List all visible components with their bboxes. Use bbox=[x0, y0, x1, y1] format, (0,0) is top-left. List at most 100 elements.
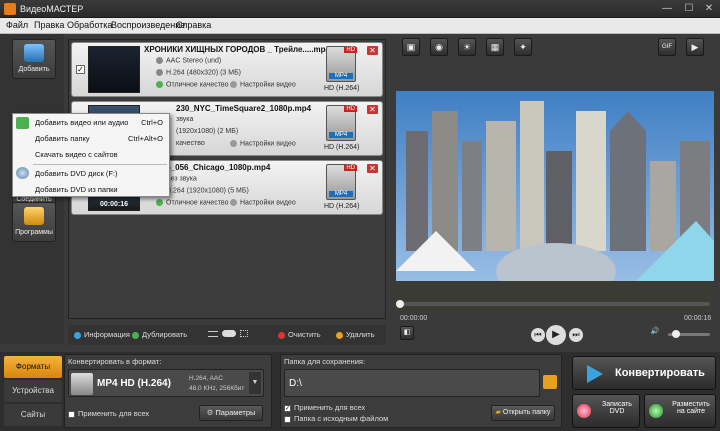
menu-file[interactable]: Файл bbox=[6, 20, 28, 30]
seek-bar[interactable] bbox=[396, 300, 710, 308]
main-area: Добавить Соединить Программы ✓ ХРОНИКИ Х… bbox=[0, 34, 720, 431]
format-badge[interactable]: HD MP4 bbox=[326, 105, 357, 141]
menu-playback[interactable]: Воспроизведение bbox=[111, 20, 185, 30]
prev-icon[interactable]: ⏮ bbox=[531, 328, 545, 342]
seek-handle[interactable] bbox=[396, 300, 404, 308]
save-apply-all-checkbox[interactable]: ✓ bbox=[284, 404, 291, 412]
video-settings-link[interactable]: Настройки видео bbox=[230, 140, 296, 147]
file-thumbnail bbox=[88, 46, 140, 93]
remove-file-icon[interactable]: ✕ bbox=[367, 164, 378, 173]
menu-add-dvd-disc[interactable]: Добавить DVD диск (F:) bbox=[35, 169, 118, 178]
info-button[interactable]: Информация bbox=[74, 330, 130, 339]
tab-sites[interactable]: Сайты bbox=[4, 404, 62, 426]
maximize-button[interactable]: ☐ bbox=[682, 2, 696, 15]
speed-icon[interactable]: ✦ bbox=[514, 38, 532, 56]
source-folder-checkbox[interactable] bbox=[284, 415, 291, 423]
menu-add-dvd-folder[interactable]: Добавить DVD из папки bbox=[35, 185, 118, 194]
clear-icon bbox=[278, 331, 285, 339]
gear-icon bbox=[230, 81, 237, 88]
format-panel-label: Конвертировать в формат: bbox=[68, 357, 162, 366]
delete-icon bbox=[336, 331, 343, 339]
duplicate-button[interactable]: Дублировать bbox=[132, 330, 187, 339]
menu-help[interactable]: Справка bbox=[176, 20, 211, 30]
close-window-button[interactable]: ✕ bbox=[702, 2, 716, 15]
format-badge[interactable]: HD MP4 bbox=[326, 164, 357, 200]
dvd-burn-icon bbox=[577, 404, 591, 418]
add-button[interactable]: Добавить bbox=[12, 39, 56, 79]
clear-button[interactable]: Очистить bbox=[278, 330, 321, 339]
tab-devices[interactable]: Устройства bbox=[4, 380, 62, 402]
menu-process[interactable]: Обработка bbox=[67, 20, 112, 30]
format-apply-all[interactable]: Применить для всех bbox=[68, 409, 149, 418]
volume-handle[interactable] bbox=[672, 330, 680, 338]
gif-button[interactable]: GIF bbox=[658, 38, 676, 56]
menu-download-video[interactable]: Скачать видео с сайтов bbox=[35, 150, 118, 159]
burn-dvd-button[interactable]: Записать DVD bbox=[572, 394, 640, 428]
format-selector[interactable]: MP4 HD (H.264) H.264, AAC 48,0 KHz, 256К… bbox=[68, 369, 264, 397]
snapshot-icon[interactable]: ◧ bbox=[400, 326, 414, 340]
app-title: ВидеоМАСТЕР bbox=[20, 4, 84, 14]
format-apply-all-checkbox[interactable] bbox=[68, 410, 75, 418]
menu-edit[interactable]: Правка bbox=[34, 20, 64, 30]
player-toolbar: ▣ ◉ ☀ ▦ ✦ GIF ▶ bbox=[396, 38, 716, 60]
view-toggle[interactable] bbox=[208, 330, 249, 339]
list-view-icon bbox=[208, 331, 218, 337]
delete-button[interactable]: Удалить bbox=[336, 330, 375, 339]
video-settings-link[interactable]: Настройки видео bbox=[230, 199, 296, 206]
menu-separator bbox=[33, 164, 167, 165]
video-info: H.264 (480x320) (3 МБ) bbox=[156, 69, 241, 76]
play-icon[interactable]: ▶ bbox=[546, 325, 566, 345]
dvd-icon bbox=[16, 167, 29, 179]
current-time: 00:00:00 bbox=[400, 315, 428, 322]
quality-info[interactable]: Отличное качество bbox=[156, 199, 228, 206]
folder-icon[interactable] bbox=[543, 375, 557, 389]
film-icon bbox=[156, 69, 163, 76]
programs-button[interactable]: Программы bbox=[12, 202, 56, 242]
source-folder-option[interactable]: Папка с исходным файлом bbox=[284, 414, 388, 423]
brightness-icon[interactable]: ☀ bbox=[458, 38, 476, 56]
hd-badge: HD bbox=[344, 106, 357, 112]
effects-icon[interactable]: ◉ bbox=[430, 38, 448, 56]
quality-info[interactable]: качество bbox=[176, 140, 205, 147]
format-badge[interactable]: HD MP4 bbox=[326, 46, 357, 82]
programs-button-label: Программы bbox=[15, 229, 53, 236]
quality-icon bbox=[156, 81, 163, 88]
next-icon[interactable]: ⏭ bbox=[569, 328, 583, 342]
format-label: HD (H.264) bbox=[324, 203, 360, 210]
video-settings-link[interactable]: Настройки видео bbox=[230, 81, 296, 88]
mp4-format-icon bbox=[71, 373, 93, 395]
file-item[interactable]: ✓ ХРОНИКИ ХИЩНЫХ ГОРОДОВ _ Трейле.....mp… bbox=[71, 42, 383, 97]
volume-slider[interactable] bbox=[668, 330, 710, 338]
add-file-icon bbox=[24, 44, 44, 62]
format-panel: Конвертировать в формат: MP4 HD (H.264) … bbox=[64, 354, 272, 428]
volume-icon[interactable]: 🔊 bbox=[648, 326, 662, 340]
params-button[interactable]: ⚙ Параметры bbox=[199, 405, 263, 421]
info-icon bbox=[74, 331, 81, 339]
file-duration: 00:00:16 bbox=[99, 201, 129, 208]
app-icon bbox=[4, 3, 16, 15]
crop-icon[interactable]: ▣ bbox=[402, 38, 420, 56]
filmstrip-icon[interactable]: ▦ bbox=[486, 38, 504, 56]
open-folder-button[interactable]: ▰ Открыть папку bbox=[491, 405, 555, 421]
quality-info[interactable]: Отличное качество bbox=[156, 81, 228, 88]
chevron-down-icon[interactable]: ▼ bbox=[249, 372, 261, 394]
minimize-button[interactable]: — bbox=[660, 2, 674, 15]
speaker-icon bbox=[156, 57, 163, 64]
video-preview[interactable] bbox=[396, 91, 714, 313]
save-apply-all[interactable]: ✓ Применить для всех bbox=[284, 403, 365, 412]
remove-file-icon[interactable]: ✕ bbox=[367, 105, 378, 114]
gear-icon bbox=[230, 140, 237, 147]
menu-bar: Файл Правка Обработка Воспроизведение Сп… bbox=[0, 18, 720, 34]
publish-button[interactable]: Разместить на сайте bbox=[644, 394, 716, 428]
save-path-field[interactable]: D:\ bbox=[284, 369, 540, 397]
add-button-label: Добавить bbox=[18, 66, 50, 73]
tab-formats[interactable]: Форматы bbox=[4, 356, 62, 378]
add-video-icon bbox=[16, 117, 29, 129]
gear-icon bbox=[230, 199, 237, 206]
fullscreen-icon[interactable]: ▶ bbox=[686, 38, 704, 56]
menu-add-folder[interactable]: Добавить папку bbox=[35, 134, 90, 143]
file-checkbox[interactable]: ✓ bbox=[76, 65, 85, 74]
convert-button[interactable]: Конвертировать bbox=[572, 356, 716, 390]
remove-file-icon[interactable]: ✕ bbox=[367, 46, 378, 55]
menu-add-video-audio[interactable]: Добавить видео или аудио bbox=[35, 118, 128, 127]
